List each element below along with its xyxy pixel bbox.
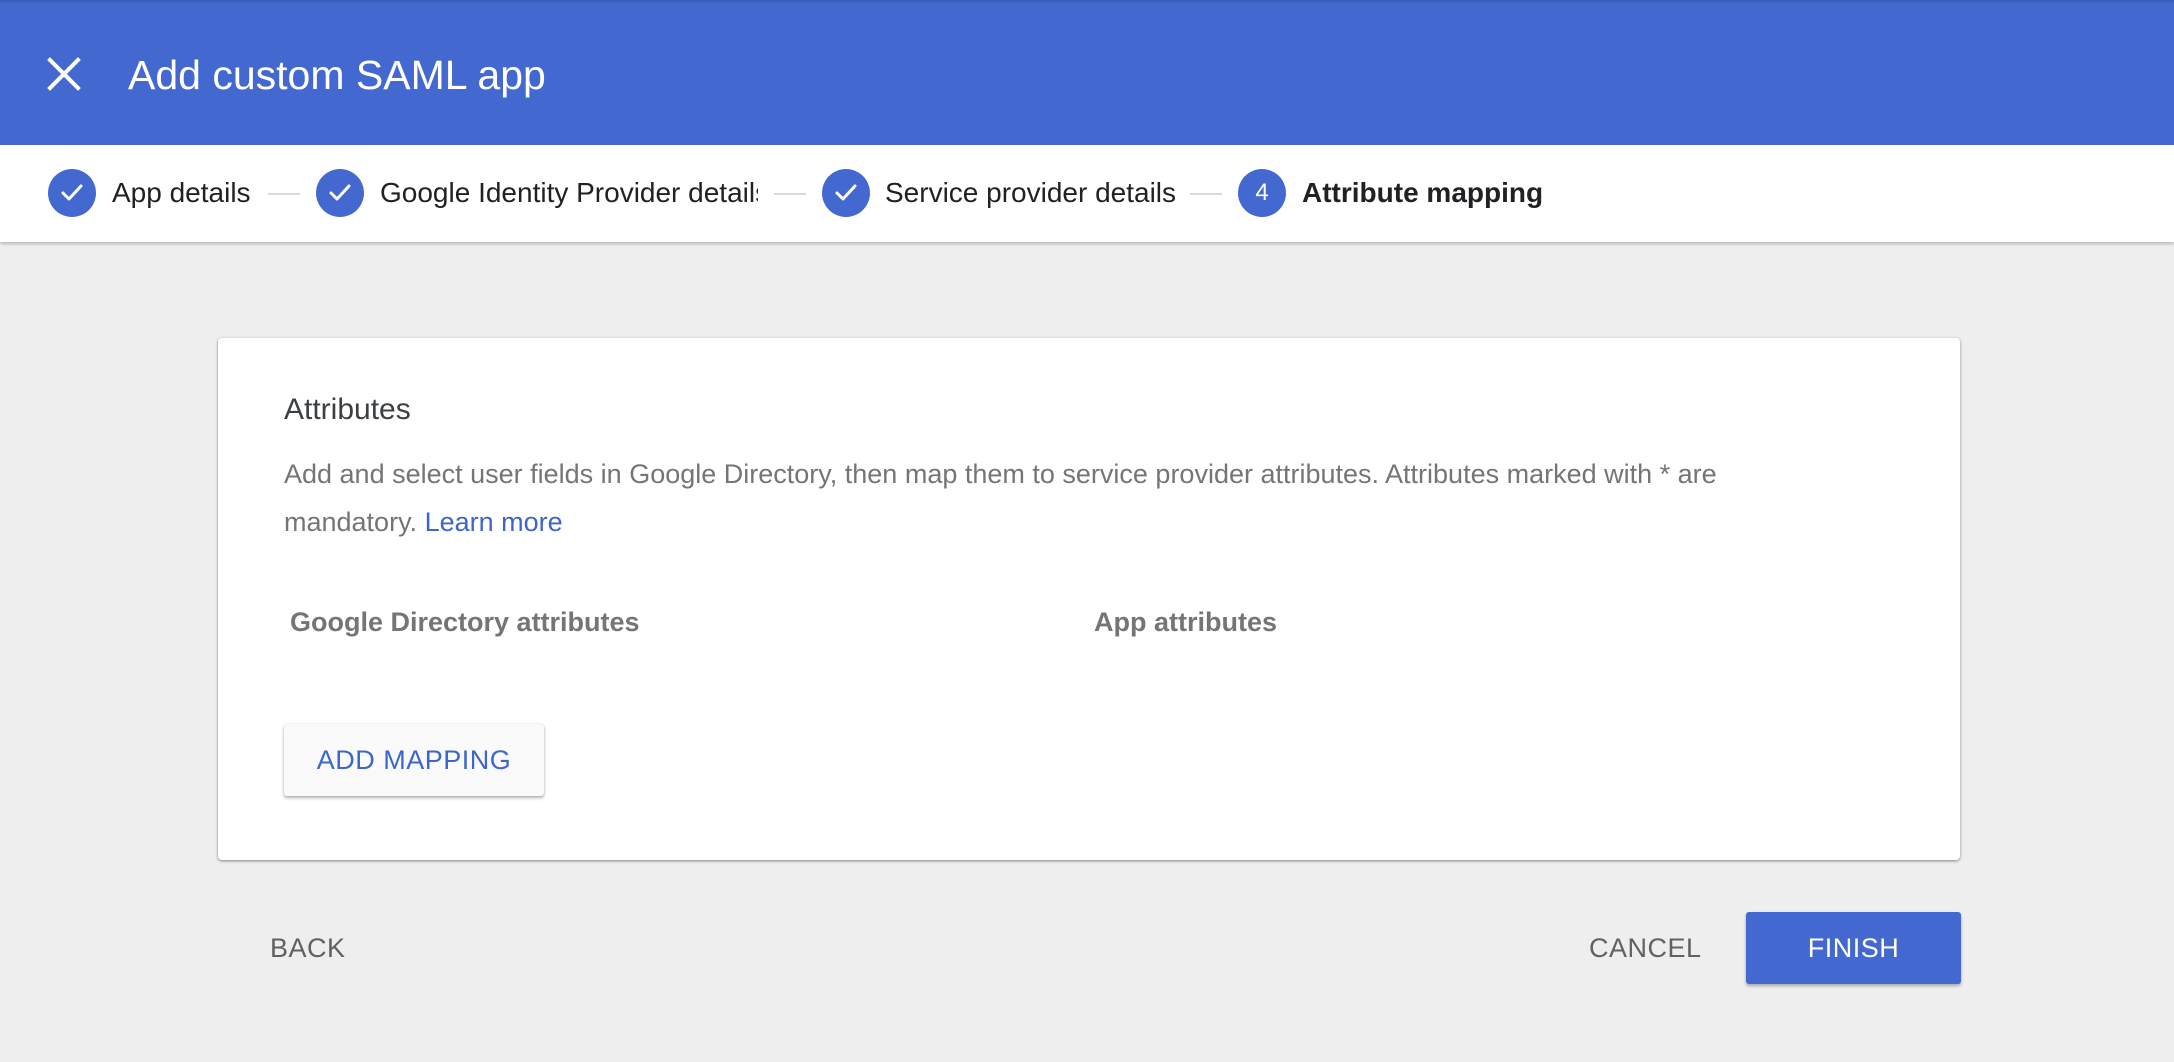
back-button[interactable]: BACK	[270, 912, 346, 984]
stepper: App details Google Identity Provider det…	[0, 145, 2174, 242]
step-1-label[interactable]: App details	[112, 175, 262, 211]
cancel-button[interactable]: CANCEL	[1589, 912, 1702, 984]
check-icon	[835, 184, 857, 201]
step-connector	[774, 193, 806, 195]
add-mapping-button[interactable]: ADD MAPPING	[284, 724, 544, 796]
check-icon	[61, 184, 83, 201]
step-connector	[268, 193, 300, 195]
card-title: Attributes	[284, 393, 411, 426]
check-icon	[329, 184, 351, 201]
step-connector	[1190, 193, 1222, 195]
page-title: Add custom SAML app	[128, 52, 546, 98]
step-1-complete-badge	[48, 169, 96, 217]
attributes-card: Attributes Add and select user fields in…	[218, 338, 1960, 860]
close-button[interactable]	[42, 52, 86, 96]
card-description: Add and select user fields in Google Dir…	[284, 450, 1844, 546]
step-3-complete-badge	[822, 169, 870, 217]
step-4-number-badge: 4	[1238, 169, 1286, 217]
app-header: Add custom SAML app	[0, 0, 2174, 145]
close-icon	[47, 57, 81, 91]
step-2-complete-badge	[316, 169, 364, 217]
app-attributes-header: App attributes	[1094, 607, 1278, 637]
learn-more-link[interactable]: Learn more	[425, 507, 563, 537]
step-4-label[interactable]: Attribute mapping	[1302, 175, 1562, 211]
step-2-label[interactable]: Google Identity Provider details	[380, 175, 758, 211]
step-3-label[interactable]: Service provider details	[885, 175, 1185, 211]
finish-button[interactable]: FINISH	[1746, 912, 1961, 984]
google-directory-attributes-header: Google Directory attributes	[290, 607, 640, 637]
